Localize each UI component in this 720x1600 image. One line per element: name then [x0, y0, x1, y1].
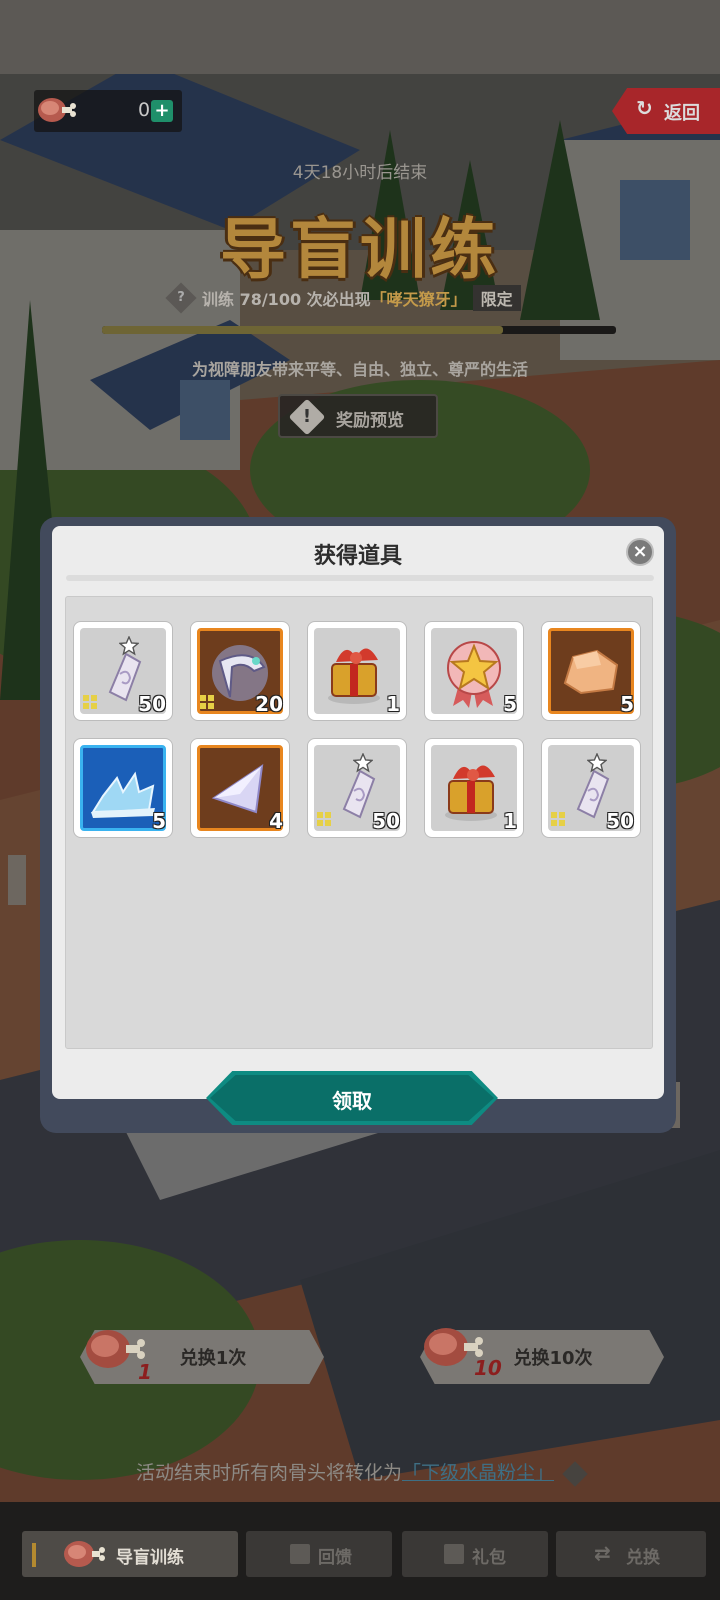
gold-ore-icon [563, 649, 619, 695]
event-countdown: 4天18小时后结束 [292, 163, 428, 183]
reward-item[interactable]: 5 [73, 738, 173, 838]
pity-progress-bar [102, 326, 616, 334]
active-indicator [32, 1543, 36, 1567]
meat-bone-icon [38, 98, 76, 122]
item-quantity: 1 [503, 809, 517, 833]
pity-reward-name: 「哮天獠牙」 [370, 290, 467, 309]
reward-item[interactable]: 1 [424, 738, 524, 838]
close-icon: × [632, 541, 648, 562]
star-icon [353, 753, 373, 773]
tab-exchange-label: 兑换 [626, 1548, 660, 1568]
blue-crystal-shards-icon [91, 771, 155, 818]
dialog-divider [66, 575, 654, 581]
reward-item[interactable]: 5 [541, 621, 641, 721]
reward-item[interactable]: 50 [307, 738, 407, 838]
meat-bone-icon [86, 1330, 145, 1368]
alert-icon: ! [288, 398, 326, 436]
reward-preview-button[interactable]: ! 奖励预览 [278, 394, 438, 438]
tab-exchange[interactable]: ⇄ 兑换 [556, 1531, 706, 1577]
pity-progress-fill [102, 326, 503, 334]
limited-badge: 限定 [472, 285, 521, 311]
item-quantity: 50 [372, 809, 400, 833]
tab-rewards-label: 回馈 [318, 1548, 352, 1568]
reward-item[interactable]: 4 [190, 738, 290, 838]
fragment-tag-icon [83, 695, 97, 709]
claim-button[interactable]: 领取 [206, 1071, 498, 1125]
convert-note: 活动结束时所有肉骨头将转化为「下级水晶粉尘」 [0, 1458, 720, 1487]
tab-training[interactable]: 导盲训练 [22, 1531, 238, 1577]
tab-gift-pack-label: 礼包 [472, 1548, 506, 1568]
item-quantity: 1 [386, 692, 400, 716]
item-quantity: 5 [152, 809, 166, 833]
star-icon [587, 753, 607, 773]
event-title: 导盲训练 [220, 211, 500, 288]
reward-item[interactable]: 50 [541, 738, 641, 838]
dialog-title: 获得道具 [313, 544, 402, 569]
tab-rewards[interactable]: 回馈 [246, 1531, 392, 1577]
item-quantity: 5 [620, 692, 634, 716]
claim-label: 领取 [332, 1089, 372, 1113]
pity-info: ? 训练 78/100 次必出现 「哮天獠牙」 限定 [165, 282, 521, 314]
meat-bone-icon [64, 1541, 105, 1567]
add-currency-button[interactable]: + [151, 100, 173, 122]
gift-icon [444, 1544, 464, 1564]
help-icon[interactable] [562, 1460, 588, 1487]
back-button[interactable]: ↻ 返回 [612, 88, 720, 134]
convert-note-text: 活动结束时所有肉骨头将转化为 [135, 1462, 402, 1484]
pity-text: 训练 78/100 次必出现 [202, 290, 371, 309]
reward-item[interactable]: 5 [424, 621, 524, 721]
reward-item[interactable]: 50 [73, 621, 173, 721]
calendar-icon [290, 1544, 310, 1564]
fragment-tag-icon [317, 812, 331, 826]
item-quantity: 4 [269, 809, 283, 833]
event-slogan: 为视障朋友带来平等、自由、独立、尊严的生活 [191, 360, 528, 379]
tab-training-label: 导盲训练 [116, 1548, 184, 1568]
status-bar-area [0, 0, 720, 74]
plus-icon: + [154, 100, 170, 121]
exchange-ten-cost: 10 [474, 1356, 502, 1380]
exchange-once-cost: 1 [138, 1360, 152, 1384]
tab-gift-pack[interactable]: 礼包 [402, 1531, 548, 1577]
back-arrow-icon: ↻ [636, 96, 653, 120]
fragment-tag-icon [551, 812, 565, 826]
reward-item[interactable]: 20 [190, 621, 290, 721]
item-quantity: 50 [138, 692, 166, 716]
help-icon[interactable]: ? [165, 282, 197, 314]
swap-arrows-icon: ⇄ [594, 1541, 611, 1565]
star-icon [119, 636, 139, 656]
triangle-gem-icon [211, 763, 264, 814]
item-quantity: 50 [606, 809, 634, 833]
reward-preview-label: 奖励预览 [336, 411, 404, 431]
back-label: 返回 [664, 103, 700, 124]
reward-item[interactable]: 1 [307, 621, 407, 721]
item-quantity: 5 [503, 692, 517, 716]
fragment-tag-icon [200, 695, 214, 709]
close-button[interactable]: × [626, 538, 654, 566]
item-quantity: 20 [255, 692, 283, 716]
crystal-dust-link[interactable]: 「下级水晶粉尘」 [402, 1462, 554, 1484]
